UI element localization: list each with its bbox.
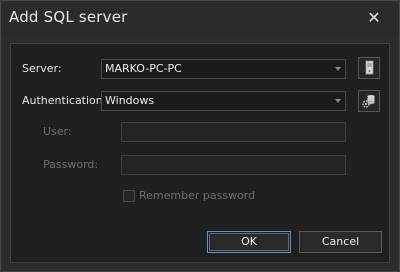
cancel-button[interactable]: Cancel — [299, 231, 382, 253]
password-label: Password: — [43, 158, 99, 171]
dialog-title: Add SQL server — [9, 8, 128, 26]
server-label: Server: — [22, 62, 62, 75]
chevron-down-icon — [335, 67, 341, 71]
remember-password-label: Remember password — [139, 189, 256, 202]
ok-button[interactable]: OK — [207, 231, 291, 253]
form-panel: Server: MARKO-PC-PC Authentication: Wind… — [10, 43, 390, 263]
authentication-combobox[interactable]: Windows — [101, 91, 346, 111]
user-label: User: — [43, 125, 72, 138]
authentication-label: Authentication: — [22, 94, 107, 107]
close-icon[interactable]: ✕ — [363, 7, 385, 29]
add-sql-server-dialog: Add SQL server ✕ Server: MARKO-PC-PC Aut… — [0, 0, 400, 272]
remember-password-checkbox[interactable] — [123, 190, 135, 202]
server-combobox[interactable]: MARKO-PC-PC — [101, 59, 346, 79]
password-field[interactable] — [121, 155, 346, 175]
server-browse-button[interactable] — [358, 57, 380, 79]
server-icon — [365, 60, 374, 75]
database-gear-icon — [362, 94, 375, 108]
authentication-value: Windows — [105, 94, 155, 107]
title-bar: Add SQL server ✕ — [1, 1, 399, 37]
server-value: MARKO-PC-PC — [105, 62, 182, 75]
user-field[interactable] — [121, 122, 346, 142]
authentication-settings-button[interactable] — [358, 90, 380, 112]
chevron-down-icon — [335, 99, 341, 103]
